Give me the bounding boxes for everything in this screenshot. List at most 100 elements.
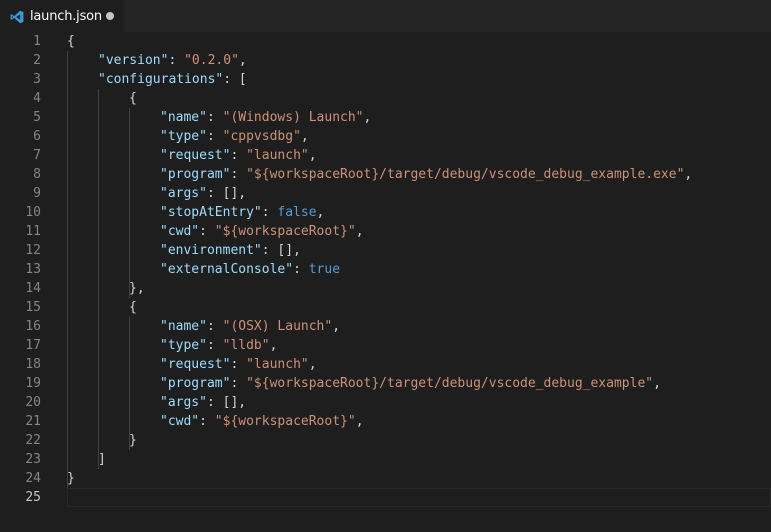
- json-key: "environment": [160, 243, 262, 258]
- code-line[interactable]: 10 "stopAtEntry": false,: [0, 203, 771, 222]
- json-punctuation: ,: [269, 338, 278, 353]
- code-line[interactable]: 9 "args": [],: [0, 184, 771, 203]
- line-number: 25: [25, 490, 41, 505]
- code-line[interactable]: 13 "externalConsole": true: [0, 260, 771, 279]
- code-line[interactable]: 21 "cwd": "${workspaceRoot}",: [0, 412, 771, 431]
- code-text: ]: [98, 450, 106, 469]
- json-punctuation: },: [129, 281, 145, 296]
- json-key: "name": [160, 110, 207, 125]
- json-punctuation: ,: [308, 148, 317, 163]
- json-punctuation: ,: [308, 357, 317, 372]
- code-line[interactable]: 1{: [0, 32, 771, 51]
- code-line[interactable]: 24}: [0, 469, 771, 488]
- code-text: "name": "(OSX) Launch",: [160, 317, 340, 336]
- code-text: {: [67, 32, 75, 51]
- code-text: "request": "launch",: [160, 355, 317, 374]
- json-string: "${workspaceRoot}": [214, 414, 356, 429]
- indent-guide: [67, 51, 68, 488]
- code-line[interactable]: 2 "version": "0.2.0",: [0, 51, 771, 70]
- code-line[interactable]: 19 "program": "${workspaceRoot}/target/de…: [0, 374, 771, 393]
- code-line[interactable]: 23]: [0, 450, 771, 469]
- code-line[interactable]: 15 {: [0, 298, 771, 317]
- code-line[interactable]: 7 "request": "launch",: [0, 146, 771, 165]
- json-key: "configurations": [98, 72, 224, 87]
- json-punctuation: :: [168, 53, 185, 68]
- json-punctuation: :: [293, 262, 309, 277]
- code-text: "environment": [],: [160, 241, 301, 260]
- json-punctuation: }: [129, 433, 137, 448]
- json-punctuation: {: [129, 300, 137, 315]
- json-string: "0.2.0": [184, 53, 239, 68]
- line-number: 9: [33, 186, 41, 201]
- json-key: "request": [160, 357, 231, 372]
- line-number: 3: [33, 72, 41, 87]
- unsaved-dot-icon[interactable]: [106, 12, 114, 20]
- line-number: 1: [33, 34, 41, 49]
- json-punctuation: ,: [363, 110, 372, 125]
- json-punctuation: :: [230, 148, 247, 163]
- code-text: "args": [],: [160, 184, 246, 203]
- code-line[interactable]: 18 "request": "launch",: [0, 355, 771, 374]
- line-number: 5: [33, 110, 41, 125]
- vscode-icon: [10, 9, 24, 24]
- indent-guide: [129, 317, 130, 450]
- code-line[interactable]: 5 "name": "(Windows) Launch",: [0, 108, 771, 127]
- line-number: 18: [25, 357, 41, 372]
- code-text: "program": "${workspaceRoot}/target/debu…: [160, 165, 692, 184]
- code-text: }: [67, 469, 75, 488]
- json-punctuation: ,: [332, 319, 341, 334]
- code-text: "version": "0.2.0",: [98, 51, 247, 70]
- code-line[interactable]: 8 "program": "${workspaceRoot}/target/deb…: [0, 165, 771, 184]
- code-line[interactable]: 20 "args": [],: [0, 393, 771, 412]
- line-number: 20: [25, 395, 41, 410]
- code-line[interactable]: 6 "type": "cppvsdbg",: [0, 127, 771, 146]
- code-line[interactable]: 12 "environment": [],: [0, 241, 771, 260]
- json-punctuation: {: [129, 91, 137, 106]
- code-line[interactable]: 14},: [0, 279, 771, 298]
- json-key: "name": [160, 319, 207, 334]
- json-string: "launch": [246, 148, 309, 163]
- code-editor[interactable]: 1{2 "version": "0.2.0", 3 "configurations":…: [0, 32, 771, 532]
- json-punctuation: {: [67, 34, 75, 49]
- line-number: 8: [33, 167, 41, 182]
- code-text: "externalConsole": true: [160, 260, 340, 279]
- json-string: "cppvsdbg": [222, 129, 301, 144]
- code-line[interactable]: 3 "configurations": [: [0, 70, 771, 89]
- json-punctuation: ,: [653, 376, 661, 391]
- json-punctuation: :: [199, 414, 215, 429]
- json-key: "type": [160, 338, 207, 353]
- json-punctuation: ,: [238, 53, 247, 68]
- code-line[interactable]: 17 "type": "lldb",: [0, 336, 771, 355]
- code-text: {: [129, 89, 137, 108]
- code-line[interactable]: 16 "name": "(OSX) Launch",: [0, 317, 771, 336]
- json-string: "(Windows) Launch": [222, 110, 364, 125]
- json-string: "(OSX) Launch": [222, 319, 333, 334]
- indent-guide: [98, 89, 99, 469]
- code-text: },: [129, 279, 145, 298]
- line-number: 12: [25, 243, 41, 258]
- line-number: 15: [25, 300, 41, 315]
- code-text: "cwd": "${workspaceRoot}",: [160, 412, 364, 431]
- json-key: "cwd": [160, 224, 200, 239]
- json-key: "program": [160, 376, 231, 391]
- json-boolean: true: [308, 262, 341, 277]
- line-number: 21: [25, 414, 41, 429]
- json-boolean: false: [277, 205, 317, 220]
- json-key: "version": [98, 53, 169, 68]
- code-text: "request": "launch",: [160, 146, 317, 165]
- line-number: 10: [25, 205, 41, 220]
- json-punctuation: : [],: [206, 395, 247, 410]
- code-line[interactable]: 11 "cwd": "${workspaceRoot}",: [0, 222, 771, 241]
- json-punctuation: ,: [355, 414, 364, 429]
- json-punctuation: ,: [355, 224, 364, 239]
- code-text: "program": "${workspaceRoot}/target/debu…: [160, 374, 661, 393]
- code-line[interactable]: 22}: [0, 431, 771, 450]
- json-punctuation: ]: [98, 452, 106, 467]
- code-line[interactable]: 25: [0, 488, 771, 507]
- json-punctuation: : [: [223, 72, 247, 87]
- code-line[interactable]: 4{: [0, 89, 771, 108]
- json-punctuation: :: [206, 319, 223, 334]
- tab-bar: launch.json: [0, 0, 771, 32]
- code-text: "type": "cppvsdbg",: [160, 127, 309, 146]
- tab-launch-json[interactable]: launch.json: [0, 0, 124, 32]
